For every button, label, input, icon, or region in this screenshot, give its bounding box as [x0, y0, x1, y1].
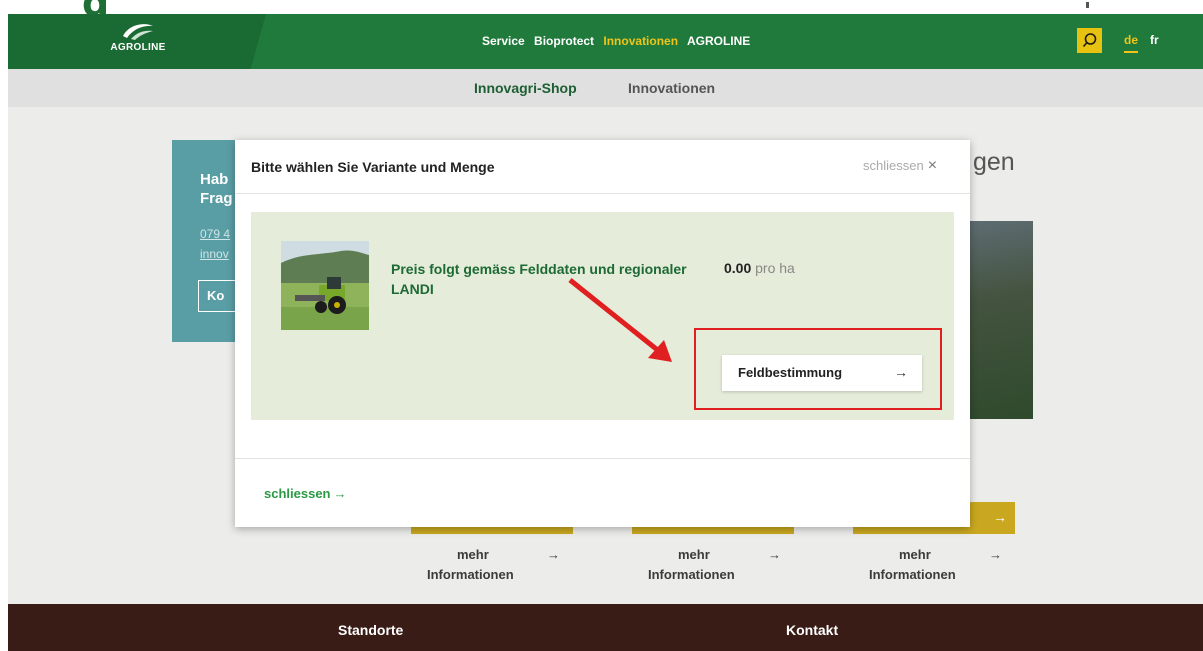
contact-card-question: Hab Frag	[200, 171, 233, 207]
modal-close-label: schliessen	[863, 158, 924, 173]
nav-agroline[interactable]: AGROLINE	[687, 34, 750, 48]
site-header: AGROLINE Service Bioprotect Innovationen…	[8, 14, 1203, 69]
modal-footer: schliessen →	[235, 458, 970, 527]
product-price: 0.00 pro ha	[724, 260, 795, 276]
arrow-right-icon: →	[768, 547, 781, 562]
lang-fr-link[interactable]: fr	[1150, 33, 1159, 47]
sub-nav: Innovagri-Shop Innovationen	[8, 69, 1203, 107]
subnav-innovagri-shop[interactable]: Innovagri-Shop	[474, 80, 577, 96]
main-nav: Service Bioprotect Innovationen AGROLINE	[482, 34, 756, 48]
price-unit: pro ha	[755, 260, 795, 276]
section-heading-fragment: gen	[973, 148, 1015, 176]
leaf-logo-icon	[123, 24, 153, 40]
arrow-right-icon: →	[993, 509, 1007, 525]
nav-service[interactable]: Service	[482, 34, 525, 48]
modal-close-bottom[interactable]: schliessen →	[264, 486, 347, 501]
tractor-image	[281, 241, 369, 330]
logo-text: AGROLINE	[110, 42, 166, 53]
contact-phone-link[interactable]: 079 4	[200, 224, 230, 244]
contact-card-links[interactable]: 079 4 innov	[200, 224, 230, 264]
contact-mail-link[interactable]: innov	[200, 244, 230, 264]
modal-title: Bitte wählen Sie Variante und Menge	[251, 159, 495, 175]
search-button[interactable]	[1077, 28, 1102, 53]
contact-button[interactable]: Ko	[198, 280, 238, 312]
arrow-right-icon: →	[333, 486, 347, 501]
modal-close-bottom-label: schliessen	[264, 486, 331, 501]
subnav-innovationen[interactable]: Innovationen	[628, 80, 715, 96]
site-footer: Standorte Kontakt	[8, 604, 1203, 651]
annotation-highlight-box	[694, 328, 942, 410]
modal-header: Bitte wählen Sie Variante und Menge schl…	[235, 140, 970, 194]
search-icon	[1082, 33, 1097, 48]
price-value: 0.00	[724, 260, 752, 276]
nav-innovationen[interactable]: Innovationen	[603, 34, 678, 48]
close-icon: ×	[927, 157, 938, 174]
top-strip: g	[0, 0, 1203, 25]
agroline-logo[interactable]: AGROLINE	[98, 22, 178, 53]
modal-close-top[interactable]: schliessen ×	[863, 157, 937, 175]
annotation-arrow-icon	[568, 278, 672, 362]
cursor-mark	[1086, 2, 1089, 8]
nav-bioprotect[interactable]: Bioprotect	[534, 34, 594, 48]
footer-standorte[interactable]: Standorte	[338, 622, 403, 638]
footer-kontakt[interactable]: Kontakt	[786, 622, 838, 638]
arrow-right-icon: →	[989, 547, 1002, 562]
product-thumbnail	[281, 241, 369, 330]
lang-de-link[interactable]: de	[1124, 33, 1139, 53]
arrow-right-icon: →	[547, 547, 560, 562]
